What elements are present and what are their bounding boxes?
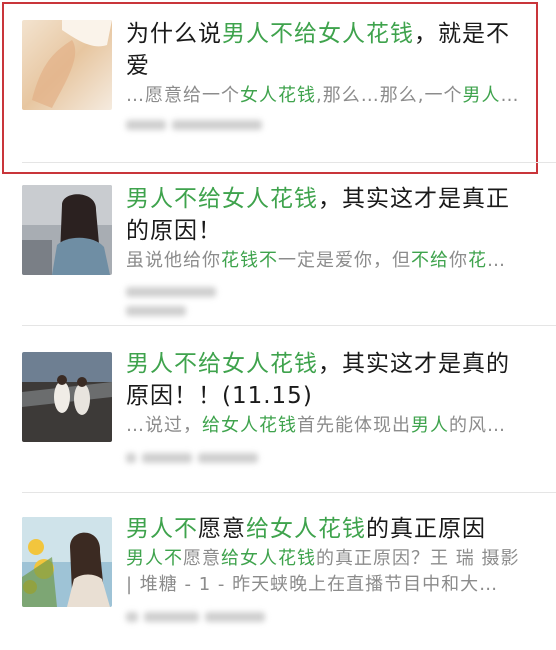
keyword-highlight: 女人花钱 xyxy=(240,85,316,106)
result-item-2[interactable]: 男人不给女人花钱，其实这才是真正的原因！ 虽说他给你花钱不一定是爱你，但不给你花… xyxy=(0,163,556,325)
keyword-highlight: 花钱 xyxy=(221,250,259,271)
result-item-4[interactable]: 男人不愿意给女人花钱的真正原因 男人不愿意给女人花钱的真正原因？王 瑞 摄影 |… xyxy=(0,493,556,650)
keyword-highlight: 男人不给女人花钱 xyxy=(126,351,318,377)
text-segment: 为什么说 xyxy=(126,21,222,47)
text-segment: 你 xyxy=(449,250,468,271)
result-meta-blurred xyxy=(126,284,286,316)
result-title[interactable]: 男人不给女人花钱，其实这才是真正的原因！ xyxy=(126,183,526,247)
text-segment: 首先能体现出 xyxy=(297,415,411,436)
text-segment: 一定是爱你，但 xyxy=(278,250,411,271)
result-snippet: …愿意给一个女人花钱,那么…那么,一个男人… xyxy=(126,83,526,109)
result-item-3[interactable]: 男人不给女人花钱，其实这才是真的原因！！(11.15) …说过，给女人花钱首先能… xyxy=(0,326,556,492)
keyword-highlight: 男人不 xyxy=(126,516,198,542)
keyword-highlight: 男人不给女人花钱 xyxy=(126,186,318,212)
keyword-highlight: 不 xyxy=(259,250,278,271)
result-thumbnail xyxy=(22,352,112,442)
result-meta-blurred xyxy=(126,609,286,625)
result-item-1[interactable]: 为什么说男人不给女人花钱，就是不爱 …愿意给一个女人花钱,那么…那么,一个男人… xyxy=(0,0,556,162)
keyword-highlight: 花 xyxy=(468,250,487,271)
result-meta-blurred xyxy=(126,117,286,133)
result-thumbnail xyxy=(22,185,112,275)
result-snippet: 虽说他给你花钱不一定是爱你，但不给你花… xyxy=(126,248,526,274)
result-title[interactable]: 男人不愿意给女人花钱的真正原因 xyxy=(126,513,526,545)
keyword-highlight: 给女人花钱 xyxy=(202,415,297,436)
text-segment: 愿意 xyxy=(183,548,221,569)
text-segment: 愿意 xyxy=(198,516,246,542)
result-title[interactable]: 为什么说男人不给女人花钱，就是不爱 xyxy=(126,18,526,82)
text-segment: 虽说他给你 xyxy=(126,250,221,271)
result-thumbnail xyxy=(22,517,112,607)
result-snippet: …说过，给女人花钱首先能体现出男人的风… xyxy=(126,413,526,439)
text-segment: …说过， xyxy=(126,415,202,436)
result-thumbnail xyxy=(22,20,112,110)
keyword-highlight: 男人 xyxy=(462,85,501,106)
result-title[interactable]: 男人不给女人花钱，其实这才是真的原因！！(11.15) xyxy=(126,348,526,412)
text-segment: 的真正原因 xyxy=(366,516,486,542)
keyword-highlight: 男人 xyxy=(411,415,449,436)
result-meta-blurred xyxy=(126,450,286,466)
keyword-highlight: 男人不 xyxy=(126,548,183,569)
keyword-highlight: 给女人花钱 xyxy=(221,548,316,569)
text-segment: … xyxy=(500,85,520,106)
text-segment: ,那么…那么,一个 xyxy=(316,85,463,106)
keyword-highlight: 男人不给女人花钱 xyxy=(222,21,414,47)
keyword-highlight: 给女人花钱 xyxy=(246,516,366,542)
keyword-highlight: 不给 xyxy=(411,250,449,271)
text-segment: …愿意给一个 xyxy=(126,85,240,106)
text-segment: 的风… xyxy=(449,415,506,436)
result-snippet: 男人不愿意给女人花钱的真正原因？王 瑞 摄影 | 堆糖 - 1 - 昨天蛱晚上在… xyxy=(126,546,526,598)
text-segment: … xyxy=(487,250,506,271)
